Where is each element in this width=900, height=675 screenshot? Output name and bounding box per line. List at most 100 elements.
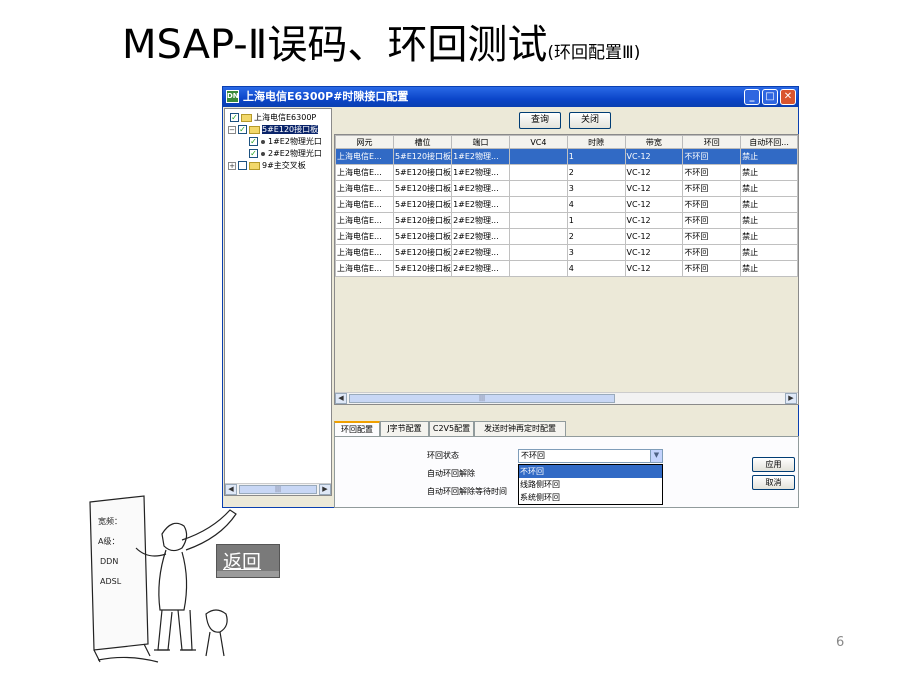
table-cell: 2#E2物理... xyxy=(451,228,510,245)
table-cell xyxy=(509,164,568,181)
table-cell xyxy=(509,212,568,229)
tree-root-checkbox[interactable]: ✓ xyxy=(230,113,239,122)
table-cell: 5#E120接口板 xyxy=(392,260,453,277)
close-icon[interactable]: ✕ xyxy=(780,89,796,105)
table-cell: 1#E2物理... xyxy=(451,148,510,165)
app-icon: DN xyxy=(226,90,239,103)
table-row[interactable]: 上海电信E... 5#E120接口板 2#E2物理... 1 VC-12 不环回 禁止 xyxy=(335,212,798,229)
table-cell: 禁止 xyxy=(740,260,798,277)
collapse-icon[interactable]: − xyxy=(228,125,236,134)
folder-icon xyxy=(249,161,260,170)
table-row[interactable]: 上海电信E... 5#E120接口板 1#E2物理... 4 VC-12 不环回 禁止 xyxy=(335,196,798,213)
scroll-left-icon[interactable]: ◀ xyxy=(335,393,347,404)
tree-node-root[interactable]: ✓ 上海电信E6300P xyxy=(230,112,316,124)
table-body: 上海电信E... 5#E120接口板 1#E2物理... 1 VC-12 不环回 禁止 上海电… xyxy=(335,148,798,277)
cancel-button[interactable]: 取消 xyxy=(752,475,795,490)
tree-node-child2[interactable]: ✓ 2#E2物理光口 xyxy=(249,148,322,160)
tab-j-byte-config[interactable]: J字节配置 xyxy=(380,421,429,436)
board-text-3: DDN xyxy=(100,557,118,566)
table-cell: 不环回 xyxy=(682,196,742,213)
column-header[interactable]: VC4 xyxy=(509,135,568,149)
table-cell: 不环回 xyxy=(682,228,742,245)
tab-clock-retime-config[interactable]: 发送时钟再定时配置 xyxy=(474,421,566,436)
table-scrollbar[interactable]: ◀ ||| ▶ xyxy=(335,392,798,404)
tree-child1-checkbox[interactable]: ✓ xyxy=(249,137,258,146)
board-text-4: ADSL xyxy=(100,577,122,586)
slot-table: 网元 槽位 端口 VC4 时隙 带宽 环回 自动环回... 上海电信E... 5#E120接口板… xyxy=(334,134,799,405)
folder-icon xyxy=(241,113,252,122)
query-button[interactable]: 查询 xyxy=(519,112,561,129)
table-cell: 2#E2物理... xyxy=(451,260,510,277)
column-header[interactable]: 槽位 xyxy=(392,135,453,149)
table-cell: 上海电信E... xyxy=(335,148,394,165)
option-system-side-loop[interactable]: 系统侧环回 xyxy=(519,491,662,504)
table-cell xyxy=(509,228,568,245)
table-cell xyxy=(509,244,568,261)
table-cell: 不环回 xyxy=(682,180,742,197)
table-cell: 1#E2物理... xyxy=(451,196,510,213)
table-row[interactable]: 上海电信E... 5#E120接口板 1#E2物理... 3 VC-12 不环回 禁止 xyxy=(335,180,798,197)
expand-icon[interactable]: + xyxy=(228,161,236,170)
option-no-loop[interactable]: 不环回 xyxy=(519,465,662,478)
table-cell: 5#E120接口板 xyxy=(392,212,453,229)
table-row[interactable]: 上海电信E... 5#E120接口板 2#E2物理... 4 VC-12 不环回 禁止 xyxy=(335,260,798,277)
auto-release-label: 自动环回解除 xyxy=(427,469,475,478)
table-row[interactable]: 上海电信E... 5#E120接口板 1#E2物理... 1 VC-12 不环回 禁止 xyxy=(335,148,798,165)
tree-scroll-thumb[interactable]: ||| xyxy=(239,485,317,494)
table-cell: 1#E2物理... xyxy=(451,164,510,181)
table-cell: 禁止 xyxy=(740,148,798,165)
column-header[interactable]: 自动环回... xyxy=(740,135,798,149)
table-cell: 不环回 xyxy=(682,164,742,181)
table-cell: 不环回 xyxy=(682,260,742,277)
apply-button[interactable]: 应用 xyxy=(752,457,795,472)
tree-other-checkbox[interactable] xyxy=(238,161,247,170)
tree-node-other[interactable]: +9#主交叉板 xyxy=(228,160,306,172)
table-row[interactable]: 上海电信E... 5#E120接口板 2#E2物理... 3 VC-12 不环回 禁止 xyxy=(335,244,798,261)
tab-loop-config[interactable]: 环回配置 xyxy=(334,421,380,437)
scroll-right-icon[interactable]: ▶ xyxy=(785,393,797,404)
table-cell: 上海电信E... xyxy=(335,212,394,229)
loop-state-select[interactable]: 不环回 ▼ xyxy=(518,449,663,463)
chevron-down-icon[interactable]: ▼ xyxy=(650,450,662,462)
column-header[interactable]: 时隙 xyxy=(566,135,626,149)
config-window: DN 上海电信E6300P#时隙接口配置 _ □ ✕ ✓ 上海电信E6300P −… xyxy=(222,86,799,508)
back-button[interactable]: 返回 xyxy=(216,544,280,578)
table-cell: 禁止 xyxy=(740,164,798,181)
column-header[interactable]: 端口 xyxy=(451,135,510,149)
tab-c2v5-config[interactable]: C2V5配置 xyxy=(429,421,474,436)
tree-child2-checkbox[interactable]: ✓ xyxy=(249,149,258,158)
table-cell: 3 xyxy=(566,180,626,197)
tree-child1-label: 1#E2物理光口 xyxy=(268,137,322,146)
close-button[interactable]: 关闭 xyxy=(569,112,611,129)
tree-root-label: 上海电信E6300P xyxy=(254,113,317,122)
table-cell: 2 xyxy=(566,228,626,245)
scroll-right-icon[interactable]: ▶ xyxy=(319,484,331,495)
table-scroll-thumb[interactable]: ||| xyxy=(349,394,615,403)
tree-node-child1[interactable]: ✓ 1#E2物理光口 xyxy=(249,136,322,148)
option-line-side-loop[interactable]: 线路侧环回 xyxy=(519,478,662,491)
column-header[interactable]: 网元 xyxy=(335,135,394,149)
table-cell: 禁止 xyxy=(740,228,798,245)
table-cell: 1 xyxy=(566,212,626,229)
table-row[interactable]: 上海电信E... 5#E120接口板 1#E2物理... 2 VC-12 不环回 禁止 xyxy=(335,164,798,181)
table-cell: 5#E120接口板 xyxy=(392,180,453,197)
ne-tree: ✓ 上海电信E6300P − ✓ 5#E120接口板 ✓ 1#E2物理光口 ✓ 2#E2物… xyxy=(224,108,332,496)
table-header: 网元 槽位 端口 VC4 时隙 带宽 环回 自动环回... xyxy=(335,135,798,149)
slot-table-grid: 网元 槽位 端口 VC4 时隙 带宽 环回 自动环回... 上海电信E... 5#E120接口板… xyxy=(335,135,798,277)
table-cell: 2 xyxy=(566,164,626,181)
table-cell: 1 xyxy=(566,148,626,165)
loop-state-label: 环回状态 xyxy=(427,451,459,460)
back-button-label: 返回 xyxy=(223,551,262,573)
column-header[interactable]: 带宽 xyxy=(624,135,684,149)
table-cell: 5#E120接口板 xyxy=(392,196,453,213)
maximize-icon[interactable]: □ xyxy=(762,89,778,105)
slide-subtitle: (环回配置Ⅲ) xyxy=(547,43,641,63)
table-cell xyxy=(509,260,568,277)
window-titlebar[interactable]: DN 上海电信E6300P#时隙接口配置 _ □ ✕ xyxy=(223,87,798,107)
tree-board-checkbox[interactable]: ✓ xyxy=(238,125,247,134)
column-header[interactable]: 环回 xyxy=(682,135,742,149)
minimize-icon[interactable]: _ xyxy=(744,89,760,105)
table-cell: 5#E120接口板 xyxy=(392,244,453,261)
tree-node-board[interactable]: − ✓ 5#E120接口板 xyxy=(228,124,319,136)
table-row[interactable]: 上海电信E... 5#E120接口板 2#E2物理... 2 VC-12 不环回 禁止 xyxy=(335,228,798,245)
